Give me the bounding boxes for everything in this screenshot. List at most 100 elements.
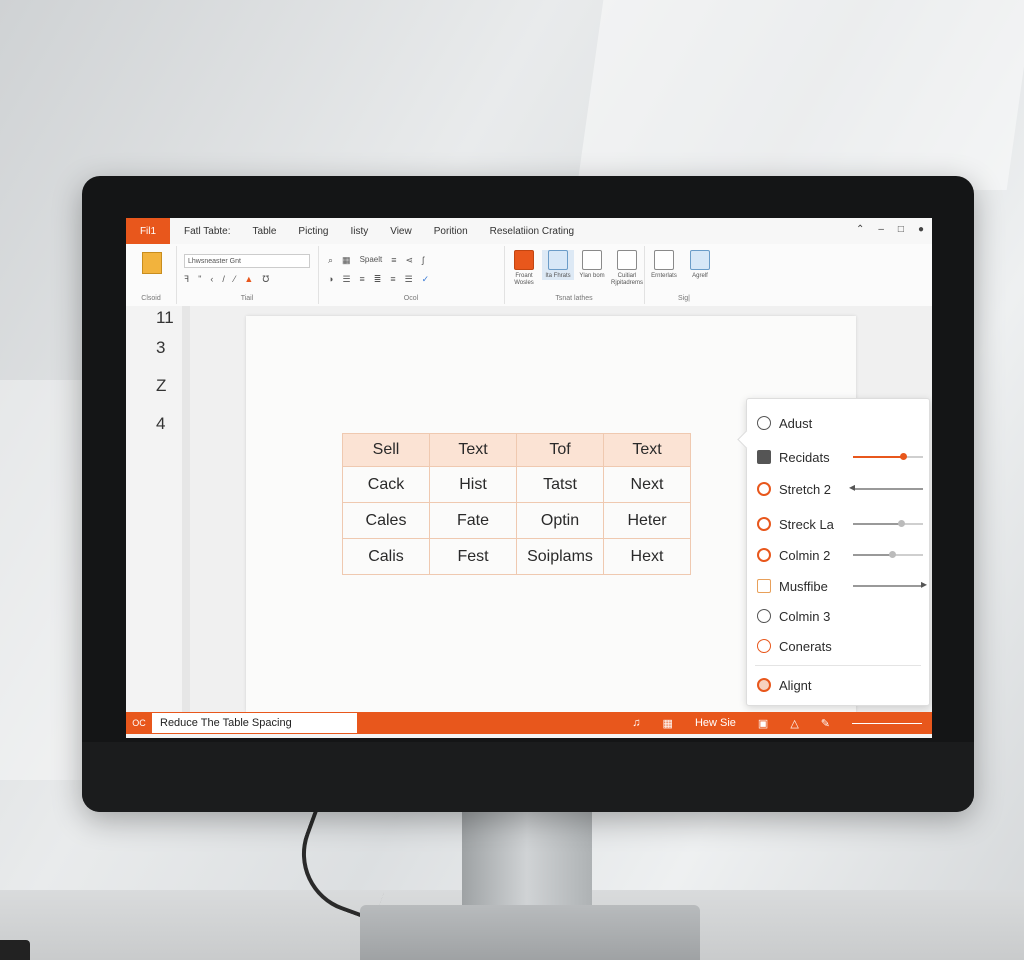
menu-item[interactable]: Porition [434, 226, 468, 237]
font-group: Lhwsneaster Gnt ꟻ ʺ ‹ / ⁄ ▲ ℧ Tiail [176, 246, 319, 304]
layout-icon[interactable]: ▣ [758, 717, 768, 730]
paste-icon[interactable] [142, 252, 162, 274]
menu-item[interactable]: Picting [298, 226, 328, 237]
slider-knob[interactable] [888, 551, 896, 558]
slider-knob[interactable] [897, 520, 905, 527]
list-icon[interactable]: ≡ [391, 255, 396, 266]
table-cell[interactable]: Fate [429, 502, 517, 539]
status-bar: OC Reduce The Table Spacing ♫ ▦ Hew Sie … [126, 712, 932, 734]
header-cell[interactable]: Tof [516, 433, 604, 467]
align-left-icon[interactable]: ≡ [360, 274, 365, 285]
format-icon[interactable]: ◑ [328, 274, 333, 285]
justify-icon[interactable]: ☰ [405, 274, 413, 285]
format-icon[interactable]: ‹ [210, 274, 213, 285]
ylan-bom-button[interactable]: Ylan bom [576, 250, 608, 280]
cuitiarl-button[interactable]: Cuitiarl Rjpitadrems [610, 250, 644, 287]
command-prompt-input[interactable]: Reduce The Table Spacing [152, 713, 357, 733]
menu-item[interactable]: Reselatiion Crating [490, 226, 575, 237]
document-icon [582, 250, 602, 270]
stretch-arrow[interactable]: ◂ [849, 480, 923, 494]
panel-item-conerats[interactable]: Conerats [757, 636, 921, 656]
collapse-icon[interactable]: ⌃ [856, 224, 864, 235]
format-icon[interactable]: ☰ [342, 274, 350, 285]
menu-item[interactable]: Table [253, 226, 277, 237]
streck-la-slider[interactable] [853, 520, 923, 527]
zoom-slider[interactable] [852, 722, 922, 724]
colmin-2-slider[interactable] [853, 551, 923, 558]
table-cell[interactable]: Hist [429, 466, 517, 503]
ita-fhrats-button[interactable]: Ita Fhrats [542, 250, 574, 280]
table-cell[interactable]: Next [603, 466, 691, 503]
panel-item-colmin-2[interactable]: Colmin 2 [757, 545, 923, 565]
header-cell[interactable]: Text [429, 433, 517, 467]
menu-item[interactable]: View [390, 226, 412, 237]
view-label[interactable]: Hew Sie [695, 717, 736, 729]
table-cell[interactable]: Fest [429, 538, 517, 575]
panel-item-recidats[interactable]: Recidats [757, 447, 923, 467]
menu-item[interactable]: Iisty [350, 226, 368, 237]
document-table[interactable]: Sell Text Tof Text Cack Hist Tatst Next … [342, 433, 691, 575]
style-label[interactable]: Spaelt [360, 255, 383, 266]
format-icon[interactable]: ⁄ [234, 274, 236, 285]
format-icon[interactable]: ʺ [198, 274, 201, 285]
check-icon[interactable]: ✓ [422, 274, 430, 285]
highlight-icon[interactable]: ▲ [244, 274, 253, 285]
panel-item-streck-la[interactable]: Streck La [757, 514, 923, 534]
rail-number[interactable]: 4 [156, 414, 165, 434]
agrelf-button[interactable]: Agrelf [684, 250, 716, 280]
table-cell[interactable]: Cack [342, 466, 430, 503]
bell-icon[interactable]: △ [790, 717, 798, 730]
font-name-box[interactable]: Lhwsneaster Gnt [184, 254, 310, 268]
table-cell[interactable]: Calis [342, 538, 430, 575]
maximize-icon[interactable]: □ [898, 224, 904, 235]
rail-number[interactable]: Z [156, 376, 166, 396]
header-cell[interactable]: Text [603, 433, 691, 467]
front-wosles-button[interactable]: Froant Wosles [508, 250, 540, 287]
status-left[interactable]: OC [126, 718, 152, 728]
vertical-scrollbar[interactable] [182, 306, 190, 712]
close-icon[interactable]: ● [918, 224, 924, 235]
arrow-right-icon: ▸ [920, 577, 927, 591]
tool-icon [757, 450, 771, 464]
format-icon[interactable]: ℧ [262, 274, 269, 285]
format-icon[interactable]: ꟻ [184, 274, 189, 285]
table-cell[interactable]: Hext [603, 538, 691, 575]
table-cell[interactable]: Tatst [516, 466, 604, 503]
slider-knob[interactable] [900, 453, 908, 460]
table-adjust-panel: Adust Recidats Stretch 2 ◂ Streck La Col… [746, 398, 930, 706]
panel-item-label: Stretch 2 [779, 481, 832, 497]
format-icon[interactable]: ʃ [422, 255, 424, 266]
header-cell[interactable]: Sell [342, 433, 430, 467]
stretch-icon [757, 482, 771, 496]
slider-fill [853, 456, 904, 458]
group-label: Sig| [678, 295, 690, 302]
table-cell[interactable]: Optin [516, 502, 604, 539]
table-cell[interactable]: Soiplams [516, 538, 604, 575]
recidats-slider[interactable] [853, 453, 923, 460]
minimize-icon[interactable]: – [878, 224, 884, 235]
panel-item-musffibe[interactable]: Musffibe ▸ [757, 576, 927, 596]
panel-item-stretch-2[interactable]: Stretch 2 ◂ [757, 479, 923, 499]
grid-icon[interactable]: ▦ [663, 717, 673, 730]
rail-number[interactable]: 11 [156, 308, 174, 328]
table-icon[interactable]: ▦ [342, 255, 351, 266]
panel-item-alignt[interactable]: Alignt [757, 675, 921, 695]
musffibe-arrow[interactable]: ▸ [853, 577, 927, 591]
table-cell[interactable]: Cales [342, 502, 430, 539]
menu-item[interactable]: Fatl Tabte: [184, 226, 231, 237]
panel-item-colmin-3[interactable]: Colmin 3 [757, 606, 921, 626]
table-cell[interactable]: Heter [603, 502, 691, 539]
share-icon[interactable]: ⋖ [406, 255, 414, 266]
rail-number[interactable]: 3 [156, 338, 165, 358]
edit-icon[interactable]: ✎ [821, 717, 830, 730]
music-icon[interactable]: ♫ [632, 717, 640, 729]
format-icon[interactable]: / [222, 274, 225, 285]
align-right-icon[interactable]: ≡ [390, 274, 395, 285]
ernterlats-button[interactable]: Ernterlats [648, 250, 680, 280]
file-tab[interactable]: Fil1 [126, 218, 170, 244]
list-icon [757, 579, 771, 593]
search-icon[interactable]: ⌕ [328, 255, 333, 266]
panel-item-label: Musffibe [779, 578, 828, 594]
panel-item-adust[interactable]: Adust [757, 413, 921, 433]
align-center-icon[interactable]: ≣ [374, 274, 382, 285]
